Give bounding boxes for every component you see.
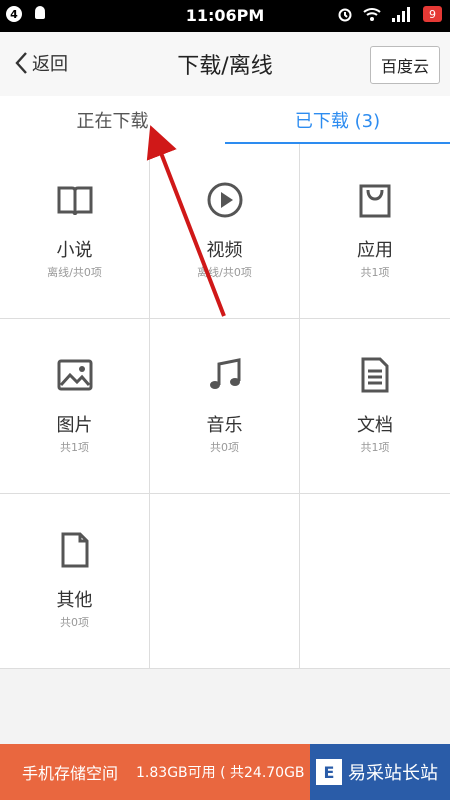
header-bar: 返回 下载/离线 百度云	[0, 32, 450, 97]
status-bar: 4 11:06PM 9	[0, 0, 450, 32]
watermark-logo: E 易采站长站	[310, 744, 450, 800]
category-name: 音乐	[206, 415, 243, 436]
empty-cell	[300, 494, 450, 669]
category-info: 共0项	[60, 616, 89, 629]
category-music[interactable]: 音乐 共0项	[150, 319, 300, 494]
watermark-logo-icon: E	[316, 759, 342, 785]
category-info: 共1项	[60, 441, 89, 454]
category-other[interactable]: 其他 共0项	[0, 494, 150, 669]
battery-indicator: 9	[423, 6, 442, 22]
category-images[interactable]: 图片 共1项	[0, 319, 150, 494]
category-name: 其他	[56, 590, 93, 611]
category-novel[interactable]: 小说 离线/共0项	[0, 144, 150, 319]
baidu-cloud-button[interactable]: 百度云	[369, 46, 440, 84]
category-name: 小说	[56, 240, 93, 261]
category-apps[interactable]: 应用 共1项	[300, 144, 450, 319]
category-info: 共0项	[210, 441, 239, 454]
storage-value: 1.83GB可用 ( 共24.70GB	[136, 765, 305, 781]
category-grid: 小说 离线/共0项 视频 离线/共0项 应用 共1项 图片 共1项 音乐 共0项…	[0, 144, 450, 669]
category-info: 共1项	[360, 266, 390, 279]
watermark-text: 易采站长站	[348, 763, 438, 784]
play-circle-icon	[207, 182, 243, 218]
signal-icon	[392, 7, 410, 22]
category-documents[interactable]: 文档 共1项	[300, 319, 450, 494]
storage-label: 手机存储空间	[22, 764, 119, 783]
category-info: 离线/共0项	[197, 266, 252, 279]
tab-downloading[interactable]: 正在下载	[0, 96, 225, 144]
alarm-icon	[338, 8, 352, 22]
category-info: 离线/共0项	[47, 266, 102, 279]
book-icon	[57, 186, 93, 216]
category-name: 文档	[357, 415, 393, 436]
empty-cell	[150, 494, 300, 669]
category-name: 视频	[206, 240, 243, 261]
category-name: 图片	[56, 415, 93, 436]
file-icon	[61, 532, 89, 568]
bag-icon	[359, 184, 391, 218]
tab-bar: 正在下载 已下载 (3)	[0, 96, 450, 145]
document-icon	[361, 357, 389, 393]
tab-downloaded[interactable]: 已下载 (3)	[225, 96, 450, 145]
music-note-icon	[210, 358, 241, 389]
category-info: 共1项	[360, 441, 390, 454]
category-name: 应用	[357, 240, 393, 261]
wifi-icon	[363, 8, 381, 21]
category-video[interactable]: 视频 离线/共0项	[150, 144, 300, 319]
image-icon	[57, 359, 93, 391]
